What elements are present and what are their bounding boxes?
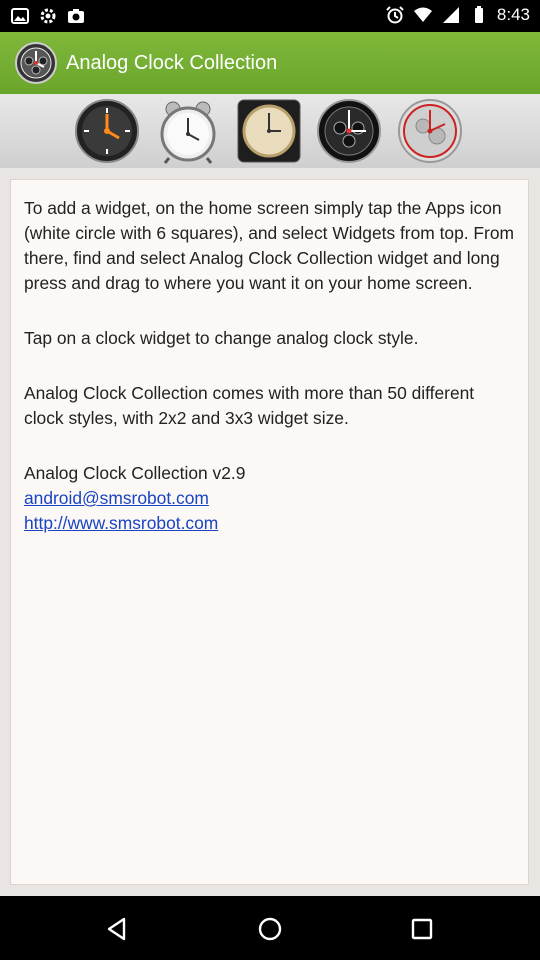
recents-icon[interactable] — [409, 916, 435, 942]
status-bar: 8:43 — [0, 0, 540, 32]
website-link[interactable]: http://www.smsrobot.com — [24, 511, 515, 536]
wifi-icon — [413, 7, 432, 22]
alarm-icon — [386, 6, 404, 24]
battery-icon — [474, 6, 483, 23]
clock-style-4-icon[interactable] — [316, 98, 382, 164]
clock-style-bar — [0, 94, 540, 169]
photo-icon — [11, 8, 29, 24]
email-link[interactable]: android@smsrobot.com — [24, 486, 515, 511]
clock-style-5-icon[interactable] — [397, 98, 463, 164]
version-text: Analog Clock Collection v2.9 — [24, 463, 246, 483]
camera-icon — [68, 9, 84, 23]
clock-style-1-icon[interactable] — [74, 98, 140, 164]
settings-icon — [40, 8, 56, 24]
app-logo-icon — [15, 42, 57, 84]
help-paragraph-styles: Analog Clock Collection comes with more … — [24, 383, 475, 428]
clock-style-3-icon[interactable] — [236, 98, 302, 164]
help-card: To add a widget, on the home screen simp… — [10, 179, 529, 885]
home-icon[interactable] — [257, 916, 283, 942]
help-paragraph-tap: Tap on a clock widget to change analog c… — [24, 328, 419, 348]
back-icon[interactable] — [104, 916, 130, 942]
navigation-bar — [0, 896, 540, 960]
app-title: Analog Clock Collection — [66, 51, 278, 74]
clock-style-2-icon[interactable] — [155, 98, 221, 164]
app-bar: Analog Clock Collection — [0, 32, 540, 94]
signal-icon — [442, 7, 459, 23]
help-paragraph-widget: To add a widget, on the home screen simp… — [24, 198, 515, 293]
status-time: 8:43 — [496, 5, 530, 24]
